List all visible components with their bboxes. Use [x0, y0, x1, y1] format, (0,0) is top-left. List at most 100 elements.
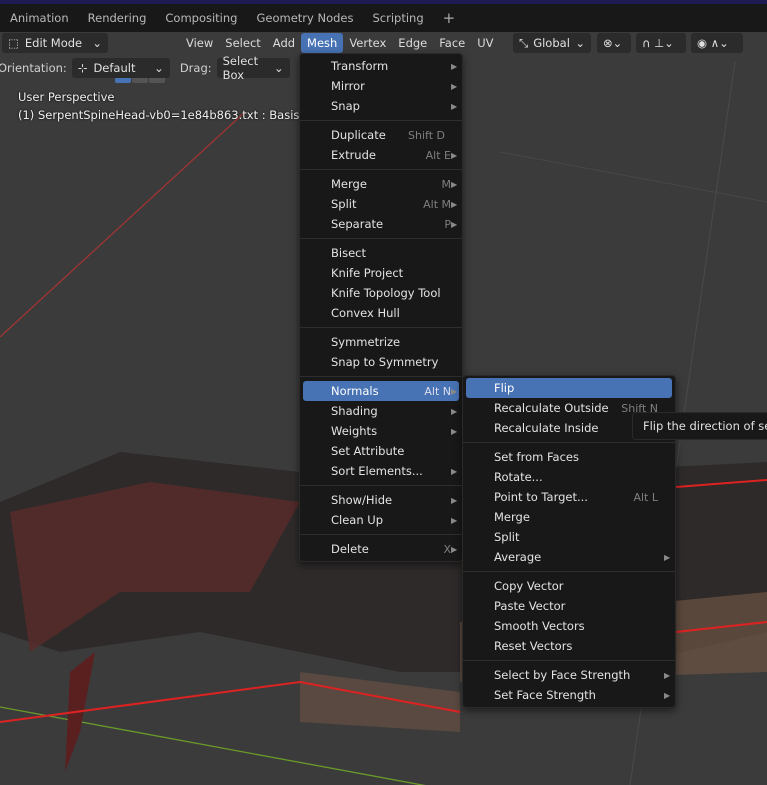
tab-geometry-nodes[interactable]: Geometry Nodes [256, 11, 360, 25]
menu-view[interactable]: View [180, 33, 219, 53]
menu-separator [463, 656, 675, 665]
menu-item-normals[interactable]: Normals Alt N ▶ [303, 381, 459, 401]
menu-item-knife-project[interactable]: Knife Project [303, 263, 459, 283]
menu-item-convex-hull[interactable]: Convex Hull [303, 303, 459, 323]
menu-item-label: Average [494, 550, 542, 564]
menu-uv[interactable]: UV [471, 33, 499, 53]
menu-edge[interactable]: Edge [392, 33, 433, 53]
menu-separator [300, 372, 462, 381]
menu-item-mirror[interactable]: Mirror ▶ [303, 76, 459, 96]
menu-item-weights[interactable]: Weights ▶ [303, 421, 459, 441]
tooltip: Flip the direction of selec [632, 412, 767, 440]
menu-item-label: Merge [331, 177, 367, 191]
edit-mode-icon: ⬚ [8, 36, 19, 50]
submenu-arrow-icon: ▶ [451, 61, 458, 71]
menu-item-duplicate[interactable]: Duplicate Shift D [303, 125, 459, 145]
tab-scripting[interactable]: Scripting [372, 11, 430, 25]
menu-item-extrude[interactable]: Extrude Alt E ▶ [303, 145, 459, 165]
menu-item-label: Symmetrize [331, 335, 401, 349]
menu-item-transform[interactable]: Transform ▶ [303, 56, 459, 76]
menu-item-merge[interactable]: Merge M ▶ [303, 174, 459, 194]
menu-item-label: Recalculate Outside [494, 401, 609, 415]
transform-orientation-select[interactable]: ⤡ Global ⌄ [513, 33, 591, 53]
menu-item-merge[interactable]: Merge [466, 507, 672, 527]
drag-select[interactable]: Select Box ⌄ [216, 54, 290, 82]
header-menus: View Select Add Mesh Vertex Edge Face UV [180, 33, 500, 53]
menu-vertex[interactable]: Vertex [343, 33, 392, 53]
menu-item-rotate[interactable]: Rotate... [466, 467, 672, 487]
menu-item-set-attribute[interactable]: Set Attribute [303, 441, 459, 461]
menu-item-label: Paste Vector [494, 599, 566, 613]
tab-animation[interactable]: Animation [10, 11, 76, 25]
submenu-arrow-icon: ▶ [451, 515, 458, 525]
orientation-select[interactable]: ⊹ Default ⌄ [71, 58, 170, 78]
mesh-scales [300, 672, 460, 732]
shortcut-label: M [441, 177, 452, 191]
add-workspace-button[interactable]: + [443, 9, 463, 27]
menu-item-label: Rotate... [494, 470, 543, 484]
menu-separator [300, 530, 462, 539]
menu-item-smooth-vectors[interactable]: Smooth Vectors [466, 616, 672, 636]
menu-item-separate[interactable]: Separate P ▶ [303, 214, 459, 234]
menu-item-set-from-faces[interactable]: Set from Faces [466, 447, 672, 467]
shortcut-label: Alt L [633, 490, 658, 504]
object-label: (1) SerpentSpineHead-vb0=1e84b863.txt : … [18, 108, 300, 122]
submenu-arrow-icon: ▶ [451, 544, 458, 554]
menu-item-delete[interactable]: Delete X ▶ [303, 539, 459, 559]
menu-item-copy-vector[interactable]: Copy Vector [466, 576, 672, 596]
orientation-label: Global [533, 36, 570, 50]
menu-item-paste-vector[interactable]: Paste Vector [466, 596, 672, 616]
menu-item-split[interactable]: Split Alt M ▶ [303, 194, 459, 214]
menu-item-label: Sort Elements... [331, 464, 423, 478]
submenu-arrow-icon: ▶ [451, 426, 458, 436]
orientation-value: Default [93, 61, 136, 75]
menu-item-knife-topology-tool[interactable]: Knife Topology Tool [303, 283, 459, 303]
menu-mesh[interactable]: Mesh [301, 33, 344, 53]
pivot-point-button[interactable]: ⊗⌄ [597, 33, 631, 53]
menu-item-label: Select by Face Strength [494, 668, 631, 682]
shortcut-label: Alt N [424, 384, 451, 398]
menu-item-reset-vectors[interactable]: Reset Vectors [466, 636, 672, 656]
menu-add[interactable]: Add [267, 33, 301, 53]
menu-item-bisect[interactable]: Bisect [303, 243, 459, 263]
menu-item-label: Mirror [331, 79, 365, 93]
viewport-header: ⬚ Edit Mode ⌄ View Select Add Mesh Vertex Edge F… [0, 32, 767, 83]
submenu-arrow-icon: ▶ [451, 81, 458, 91]
menu-item-shading[interactable]: Shading ▶ [303, 401, 459, 421]
menu-item-label: Duplicate [331, 128, 386, 142]
mode-selector[interactable]: ⬚ Edit Mode ⌄ [2, 33, 108, 53]
menu-item-label: Transform [331, 59, 389, 73]
tab-compositing[interactable]: Compositing [165, 11, 244, 25]
menu-item-label: Split [331, 197, 357, 211]
shortcut-label: Alt E [425, 148, 451, 162]
chevron-down-icon: ⌄ [92, 36, 102, 50]
menu-item-set-face-strength[interactable]: Set Face Strength ▶ [466, 685, 672, 705]
shortcut-label: P [444, 217, 451, 231]
menu-item-select-by-face-strength[interactable]: Select by Face Strength ▶ [466, 665, 672, 685]
menu-item-clean-up[interactable]: Clean Up ▶ [303, 510, 459, 530]
menu-item-flip[interactable]: Flip [466, 378, 672, 398]
submenu-arrow-icon: ▶ [451, 199, 458, 209]
menu-item-label: Normals [331, 384, 379, 398]
menu-select[interactable]: Select [219, 33, 266, 53]
menu-face[interactable]: Face [433, 33, 471, 53]
menu-item-label: Split [494, 530, 520, 544]
menu-item-point-to-target[interactable]: Point to Target... Alt L [466, 487, 672, 507]
menu-item-sort-elements[interactable]: Sort Elements... ▶ [303, 461, 459, 481]
proportional-edit-button[interactable]: ◉ ∧⌄ [691, 33, 743, 53]
snap-button[interactable]: ∩ ⊥⌄ [636, 33, 686, 53]
menu-item-snap[interactable]: Snap ▶ [303, 96, 459, 116]
menu-item-label: Copy Vector [494, 579, 564, 593]
submenu-arrow-icon: ▶ [451, 466, 458, 476]
menu-item-snap-to-symmetry[interactable]: Snap to Symmetry [303, 352, 459, 372]
menu-item-split[interactable]: Split [466, 527, 672, 547]
menu-item-show-hide[interactable]: Show/Hide ▶ [303, 490, 459, 510]
menu-item-label: Set Attribute [331, 444, 405, 458]
tab-rendering[interactable]: Rendering [88, 11, 154, 25]
menu-item-symmetrize[interactable]: Symmetrize [303, 332, 459, 352]
menu-item-label: Delete [331, 542, 369, 556]
menu-item-average[interactable]: Average ▶ [466, 547, 672, 567]
menu-separator [463, 567, 675, 576]
menu-item-label: Flip [494, 381, 515, 395]
shortcut-label: Alt M [423, 197, 451, 211]
